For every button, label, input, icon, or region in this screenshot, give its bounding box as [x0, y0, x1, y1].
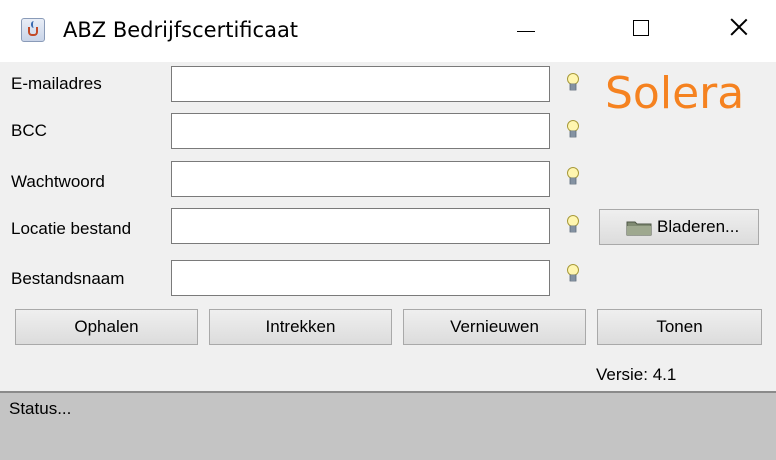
maximize-icon — [633, 20, 649, 36]
show-button[interactable]: Tonen — [597, 309, 762, 345]
file-location-field[interactable] — [171, 208, 550, 244]
folder-icon — [626, 221, 652, 236]
close-icon — [724, 12, 754, 42]
lightbulb-icon — [566, 263, 580, 285]
logo-text: Solera — [605, 68, 744, 119]
renew-button[interactable]: Vernieuwen — [403, 309, 586, 345]
bcc-label: BCC — [11, 121, 47, 140]
lightbulb-icon — [566, 166, 580, 188]
minimize-icon — [517, 31, 535, 32]
status-panel: Status... — [0, 391, 776, 460]
bcc-field[interactable] — [171, 113, 550, 149]
close-button[interactable] — [710, 0, 768, 62]
revoke-button[interactable]: Intrekken — [209, 309, 392, 345]
title-bar: ABZ Bedrijfscertificaat — [0, 0, 776, 62]
window-title: ABZ Bedrijfscertificaat — [63, 18, 299, 42]
lightbulb-icon — [566, 214, 580, 236]
java-cup-icon — [21, 18, 45, 42]
filename-field[interactable] — [171, 260, 550, 296]
browse-button[interactable]: Bladeren... — [599, 209, 759, 245]
solera-logo: Solera — [605, 68, 744, 119]
file-location-label: Locatie bestand — [11, 219, 132, 238]
status-text: Status... — [9, 399, 72, 418]
filename-label: Bestandsnaam — [11, 269, 125, 288]
maximize-button[interactable] — [612, 0, 670, 62]
password-field[interactable] — [171, 161, 550, 197]
version-label: Versie: 4.1 — [596, 365, 677, 384]
email-field[interactable] — [171, 66, 550, 102]
browse-button-label: Bladeren... — [657, 217, 740, 236]
password-label: Wachtwoord — [11, 172, 105, 191]
fetch-button[interactable]: Ophalen — [15, 309, 198, 345]
lightbulb-icon — [566, 72, 580, 94]
email-label: E-mailadres — [11, 74, 102, 93]
minimize-button[interactable] — [497, 0, 555, 62]
lightbulb-icon — [566, 119, 580, 141]
